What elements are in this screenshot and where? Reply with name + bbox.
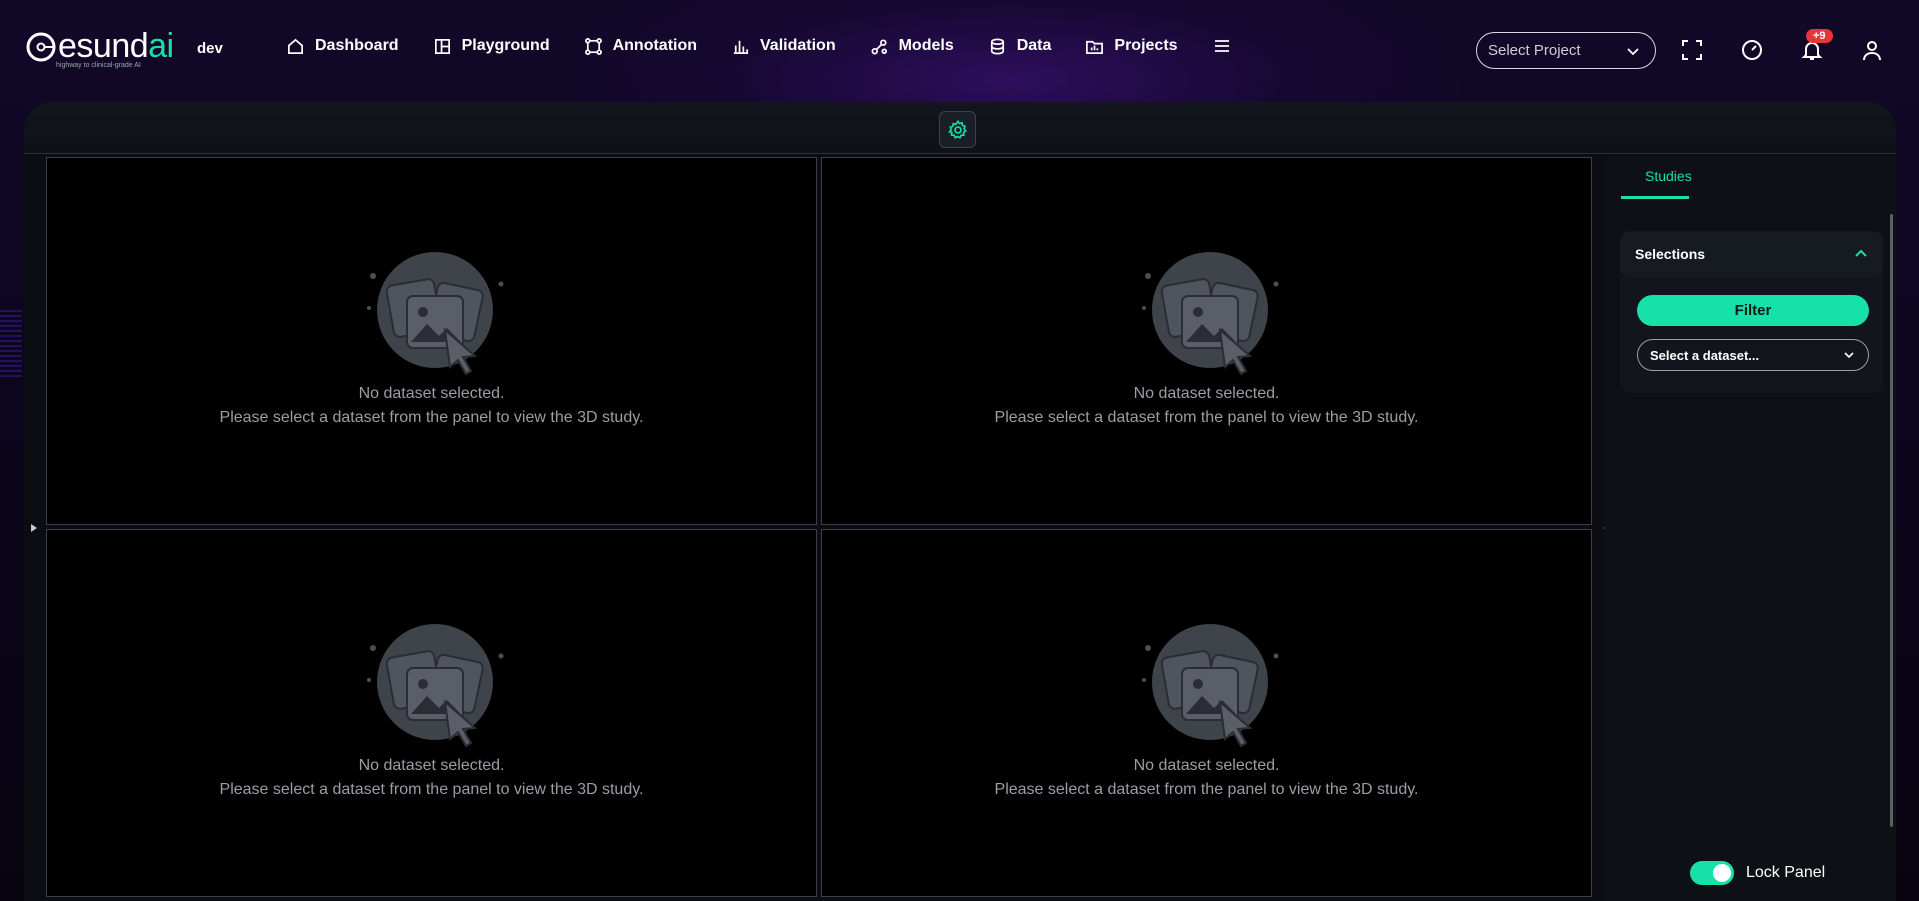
empty-state-message: Please select a dataset from the panel t…: [994, 409, 1419, 426]
viewport-2[interactable]: No dataset selected. Please select a dat…: [821, 157, 1592, 525]
nav-projects[interactable]: Projects: [1085, 37, 1178, 56]
empty-state-title: No dataset selected.: [1133, 385, 1280, 402]
user-icon[interactable]: [1860, 38, 1884, 62]
home-icon: [287, 38, 304, 54]
background-decoration: [0, 310, 22, 380]
chevron-up-icon[interactable]: [1853, 246, 1869, 262]
empty-image-icon: [367, 624, 504, 748]
empty-state-message: Please select a dataset from the panel t…: [994, 781, 1419, 798]
logo-tagline: highway to clinical-grade AI: [56, 62, 141, 69]
empty-state-title: No dataset selected.: [1133, 757, 1280, 774]
nav-validation[interactable]: Validation: [731, 37, 836, 56]
notification-badge: +9: [1806, 29, 1833, 43]
menu-icon[interactable]: [1212, 36, 1232, 56]
viewer-card: No dataset selected. Please select a dat…: [24, 102, 1896, 901]
lock-panel-label: Lock Panel: [1746, 864, 1826, 881]
environment-label: dev: [197, 40, 223, 57]
project-select[interactable]: Select Project: [1476, 32, 1656, 69]
studies-panel: Studies Selections Filter Select a datas…: [1604, 157, 1896, 901]
selections-title: Selections: [1635, 246, 1706, 262]
settings-button[interactable]: [939, 111, 976, 148]
selections-header[interactable]: Selections: [1620, 231, 1883, 277]
filter-button[interactable]: Filter: [1637, 295, 1869, 326]
speedometer-icon[interactable]: [1740, 38, 1764, 62]
empty-image-icon: [1142, 624, 1279, 748]
chevron-down-icon: [1844, 352, 1854, 359]
main-nav: Dashboard Playground Annotation Validati…: [286, 36, 1232, 56]
annotation-icon: [584, 37, 602, 55]
database-icon: [990, 38, 1004, 54]
playground-icon: [434, 38, 450, 54]
bar-chart-icon: [733, 40, 749, 54]
logo[interactable]: esundai highway to clinical-grade AI: [24, 26, 174, 74]
viewer-header: [24, 102, 1896, 154]
nav-annotation[interactable]: Annotation: [584, 37, 697, 56]
viewport-4[interactable]: No dataset selected. Please select a dat…: [821, 529, 1592, 897]
top-navigation: esundai highway to clinical-grade AI dev…: [0, 0, 1919, 100]
fullscreen-icon[interactable]: [1680, 38, 1704, 62]
viewport-1[interactable]: No dataset selected. Please select a dat…: [46, 157, 817, 525]
panel-scrollbar[interactable]: [1890, 214, 1893, 827]
viewport-grid: No dataset selected. Please select a dat…: [46, 157, 1595, 901]
empty-image-icon: [367, 252, 504, 376]
nav-playground[interactable]: Playground: [433, 37, 550, 56]
nav-dashboard[interactable]: Dashboard: [286, 37, 399, 56]
gear-icon: [947, 119, 967, 139]
chevron-down-icon: [1627, 47, 1639, 55]
logo-mark-icon: [26, 32, 56, 62]
dataset-select[interactable]: Select a dataset...: [1637, 339, 1869, 371]
nav-data[interactable]: Data: [988, 37, 1051, 56]
expand-left-arrow[interactable]: [28, 522, 40, 534]
lock-panel-toggle[interactable]: [1690, 861, 1734, 885]
tab-underline: [1621, 196, 1689, 199]
tab-studies[interactable]: Studies: [1645, 168, 1692, 184]
empty-state-message: Please select a dataset from the panel t…: [219, 409, 644, 426]
logo-text: esundai: [58, 27, 174, 65]
viewport-3[interactable]: No dataset selected. Please select a dat…: [46, 529, 817, 897]
nav-models[interactable]: Models: [870, 37, 954, 56]
empty-state-title: No dataset selected.: [358, 385, 505, 402]
empty-state-title: No dataset selected.: [358, 757, 505, 774]
projects-icon: [1086, 40, 1104, 54]
empty-image-icon: [1142, 252, 1279, 376]
models-icon: [871, 38, 887, 54]
selections-section: Selections Filter Select a dataset...: [1620, 231, 1883, 393]
lock-panel-control: Lock Panel: [1690, 861, 1825, 885]
empty-state-message: Please select a dataset from the panel t…: [219, 781, 644, 798]
